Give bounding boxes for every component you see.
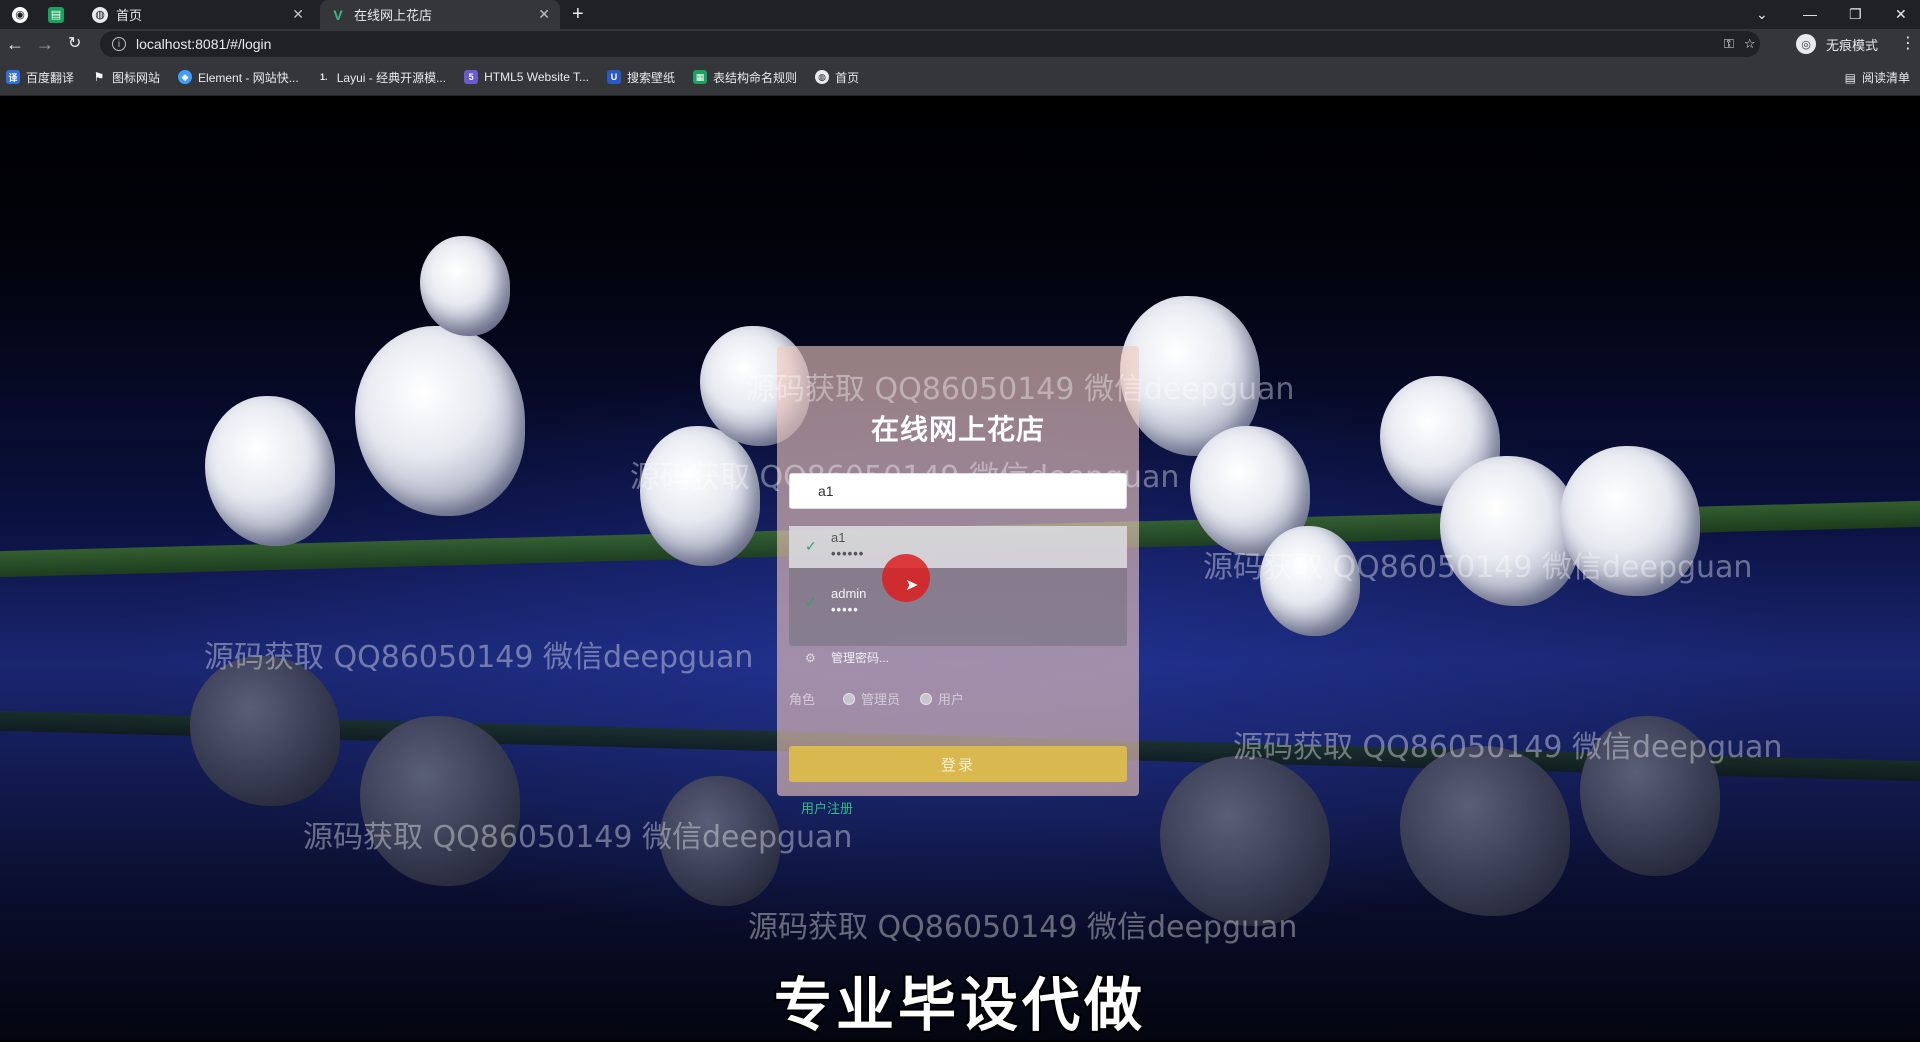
- reload-icon[interactable]: ↻: [68, 29, 81, 59]
- login-page: 在线网上花店 ✓ a1 •••••• ✓ admin ••••• ⚙ 管理密码.…: [0, 96, 1920, 1040]
- login-button[interactable]: 登录: [789, 746, 1127, 782]
- key-icon[interactable]: ⚿: [1724, 36, 1734, 52]
- globe-icon: ◍: [815, 70, 830, 84]
- sheet-icon: ▤: [48, 6, 64, 23]
- restore-icon[interactable]: ❐: [1849, 0, 1862, 29]
- manage-passwords-label: 管理密码...: [831, 651, 890, 665]
- close-icon[interactable]: ✕: [292, 6, 304, 23]
- tab-label: 首页: [116, 8, 143, 23]
- watermark: 源码获取 QQ86050149 微信deepguan: [1203, 550, 1753, 585]
- bookmark-wallpaper[interactable]: U 搜索壁纸: [607, 69, 675, 86]
- page-title: 在线网上花店: [870, 413, 1045, 446]
- forward-icon[interactable]: →: [36, 29, 54, 59]
- radio-icon: [920, 692, 933, 705]
- watermark: 源码获取 QQ86050149 微信deepguan: [630, 460, 1180, 495]
- wallpaper-icon: U: [607, 70, 622, 84]
- radio-icon: [843, 692, 856, 705]
- autocomplete-dropdown: ✓ a1 •••••• ✓ admin ••••• ⚙ 管理密码...: [789, 526, 1127, 665]
- toolbar-right: ⚿ ☆: [1724, 29, 1756, 59]
- video-caption: 专业毕设代做: [773, 971, 1146, 1039]
- bookmark-label: 首页: [835, 70, 860, 85]
- key-icon: ✓: [805, 594, 817, 610]
- autocomplete-password: ••••••: [831, 546, 865, 561]
- bookmark-label: Layui - 经典开源模...: [336, 70, 447, 85]
- bookmark-layui[interactable]: 1. Layui - 经典开源模...: [317, 69, 446, 86]
- incognito-icon: ◎: [1796, 34, 1816, 54]
- autocomplete-password: •••••: [831, 602, 859, 617]
- bookmark-label: Element - 网站快...: [198, 70, 299, 85]
- manage-passwords-link[interactable]: ⚙ 管理密码...: [789, 646, 1127, 670]
- reading-list-icon: ▤: [1844, 70, 1856, 85]
- watermark: 源码获取 QQ86050149 微信deepguan: [204, 640, 754, 675]
- site-info-icon[interactable]: i: [112, 37, 126, 51]
- role-admin-radio[interactable]: 管理员: [843, 689, 900, 708]
- bookmark-label: 百度翻译: [26, 70, 75, 85]
- minimize-icon[interactable]: —: [1803, 0, 1817, 29]
- bookmark-label: 图标网站: [112, 70, 161, 85]
- reading-list-label: 阅读清单: [1861, 71, 1910, 85]
- url-field[interactable]: i localhost:8081/#/login: [100, 31, 1760, 57]
- role-label: 角色: [789, 692, 816, 707]
- bookmark-icon-site[interactable]: ⚑ 图标网站: [92, 69, 160, 86]
- gear-icon: ⚙: [805, 651, 816, 665]
- login-form: 在线网上花店 ✓ a1 •••••• ✓ admin ••••• ⚙ 管理密码.…: [777, 346, 1139, 816]
- bookmark-label: 表结构命名规则: [713, 70, 798, 85]
- tab-sheet[interactable]: ▤: [40, 0, 76, 29]
- incognito-label: 无痕模式: [1826, 37, 1879, 53]
- layui-icon: 1.: [319, 72, 328, 82]
- tab-search-icon[interactable]: ⌄: [1756, 0, 1768, 29]
- html5-icon: 5: [464, 70, 479, 84]
- baidu-translate-icon: 译: [6, 70, 20, 84]
- globe-icon: ◍: [92, 6, 108, 23]
- bookmark-html5[interactable]: 5 HTML5 Website T...: [464, 70, 589, 84]
- autocomplete-user: admin: [831, 586, 867, 601]
- bookmark-label: 搜索壁纸: [627, 70, 676, 85]
- incognito-indicator[interactable]: ◎ 无痕模式: [1796, 29, 1878, 59]
- watermark: 源码获取 QQ86050149 微信deepguan: [745, 372, 1295, 407]
- bookmark-label: HTML5 Website T...: [484, 70, 590, 84]
- role-option-label: 用户: [938, 692, 965, 707]
- tab-flower-shop[interactable]: V 在线网上花店 ✕: [320, 0, 560, 29]
- tab-home[interactable]: ◍ 首页 ✕: [82, 0, 314, 29]
- tab-label: 在线网上花店: [354, 8, 433, 23]
- bookmark-table-naming[interactable]: ▦ 表结构命名规则: [693, 69, 797, 86]
- role-option-label: 管理员: [861, 692, 901, 707]
- table-icon: ▦: [693, 70, 708, 84]
- star-icon[interactable]: ☆: [1744, 36, 1756, 52]
- autocomplete-item[interactable]: ✓ a1 ••••••: [789, 526, 1127, 568]
- watermark: 源码获取 QQ86050149 微信deepguan: [1233, 730, 1783, 765]
- watermark: 源码获取 QQ86050149 微信deepguan: [748, 910, 1298, 945]
- autocomplete-item[interactable]: ✓ admin •••••: [789, 582, 1127, 624]
- address-bar: ← → ↻ i localhost:8081/#/login ⚿ ☆ ◎ 无痕模…: [0, 29, 1920, 59]
- role-selector: 角色 管理员 用户: [789, 689, 978, 708]
- new-tab-button[interactable]: +: [572, 0, 584, 29]
- bookmark-home[interactable]: ◍ 首页: [815, 69, 859, 86]
- bookmark-baidu-translate[interactable]: 译 百度翻译: [6, 69, 74, 86]
- close-icon[interactable]: ✕: [538, 6, 550, 23]
- url-text: localhost:8081/#/login: [136, 36, 272, 52]
- role-user-radio[interactable]: 用户: [920, 689, 964, 708]
- menu-icon[interactable]: ⋮: [1900, 29, 1916, 59]
- watermark: 源码获取 QQ86050149 微信deepguan: [303, 820, 853, 855]
- reading-list[interactable]: ▤ 阅读清单: [1845, 59, 1910, 96]
- bookmark-element[interactable]: ◆ Element - 网站快...: [178, 69, 299, 86]
- autocomplete-user: a1: [831, 530, 846, 545]
- tab-browser[interactable]: ◉: [6, 0, 34, 29]
- window-close-icon[interactable]: ✕: [1895, 0, 1907, 29]
- element-icon: ◆: [178, 70, 193, 84]
- tab-bar: ◉ ▤ ◍ 首页 ✕ V 在线网上花店 ✕ + ⌄ — ❐ ✕: [0, 0, 1920, 29]
- vue-icon: V: [333, 6, 343, 23]
- back-icon[interactable]: ←: [6, 29, 24, 59]
- browser-logo-icon: ◉: [12, 6, 28, 23]
- bookmarks-bar: 译 百度翻译 ⚑ 图标网站 ◆ Element - 网站快... 1. Layu…: [0, 59, 1920, 96]
- mouse-pointer-icon: ➤: [905, 577, 919, 594]
- key-icon: ✓: [805, 538, 817, 554]
- flag-icon: ⚑: [93, 70, 105, 84]
